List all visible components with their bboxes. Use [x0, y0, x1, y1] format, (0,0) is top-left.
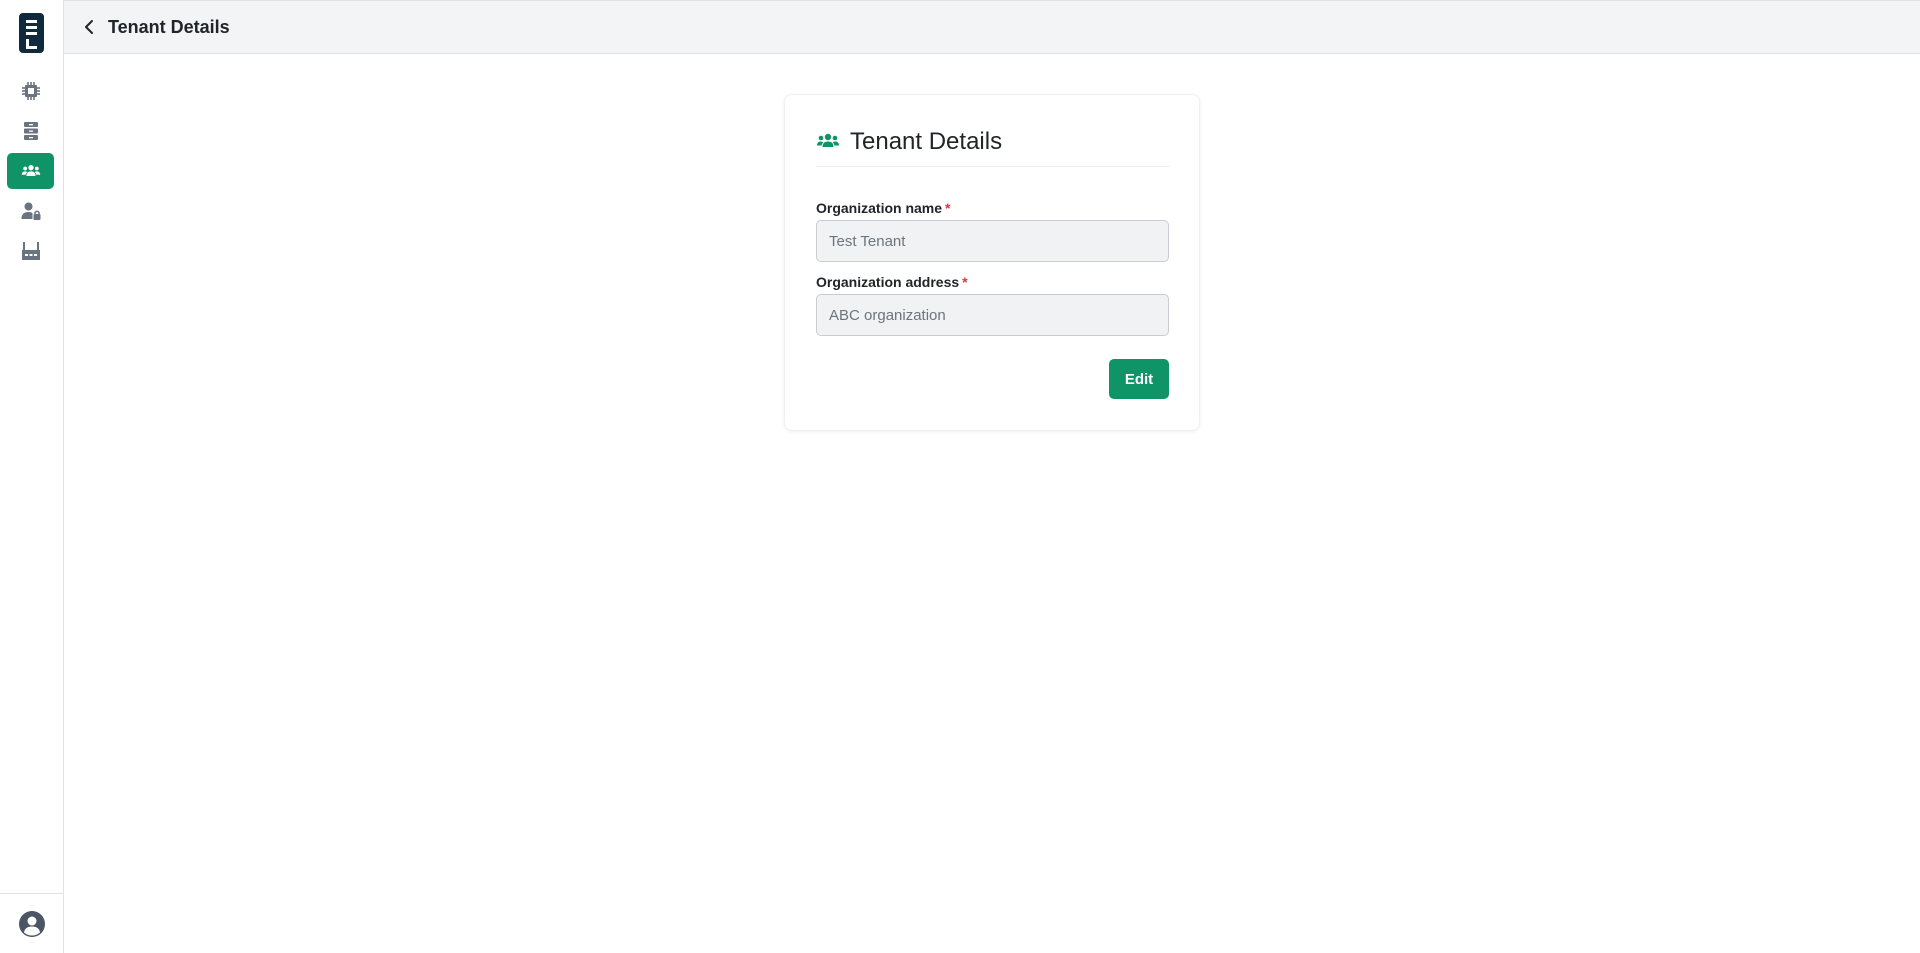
required-marker: *	[945, 200, 951, 216]
organization-address-input[interactable]	[816, 294, 1169, 336]
user-lock-icon	[21, 202, 40, 220]
organization-name-label-text: Organization name	[816, 200, 943, 216]
organization-address-label-text: Organization address	[816, 274, 960, 290]
required-marker: *	[962, 274, 968, 290]
user-circle-icon[interactable]	[19, 911, 45, 937]
back-button[interactable]	[78, 16, 100, 38]
organization-name-input[interactable]	[816, 220, 1169, 262]
chip-icon	[21, 82, 40, 100]
card-header: Tenant Details	[816, 128, 1170, 167]
edit-button[interactable]: Edit	[1109, 359, 1169, 399]
server-icon	[23, 122, 38, 140]
organization-address-label: Organization address *	[816, 274, 968, 290]
top-bar: Tenant Details	[64, 0, 1920, 54]
tenant-details-card: Tenant Details Organization name* Organi…	[784, 94, 1200, 431]
organization-name-label: Organization name *	[816, 200, 950, 216]
factory-icon	[21, 242, 40, 260]
chevron-left-icon	[85, 20, 93, 34]
users-icon	[21, 165, 40, 176]
sidebar-item-devices[interactable]	[7, 73, 54, 109]
sidebar-item-factories[interactable]	[7, 233, 54, 269]
sidebar-footer	[0, 893, 64, 953]
sidebar	[0, 0, 64, 953]
users-icon	[817, 133, 839, 147]
sidebar-item-users[interactable]	[7, 193, 54, 229]
page-title: Tenant Details	[108, 17, 230, 37]
card-title: Tenant Details	[850, 128, 1003, 155]
sidebar-item-servers[interactable]	[7, 113, 54, 149]
logo-icon[interactable]	[19, 13, 44, 53]
sidebar-item-tenants[interactable]	[7, 153, 54, 189]
